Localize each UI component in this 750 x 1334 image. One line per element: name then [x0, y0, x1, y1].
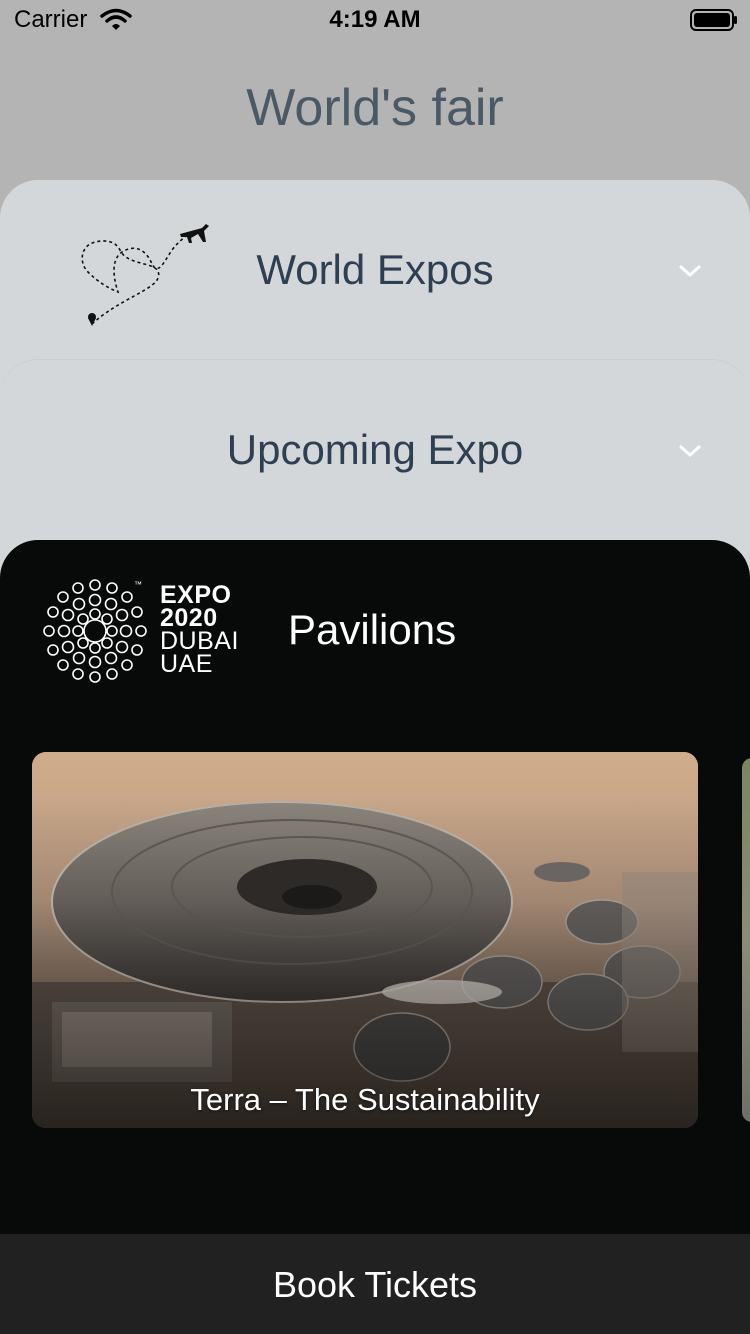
- terra-pavilion-image: [32, 752, 698, 1128]
- book-tickets-label: Book Tickets: [272, 1264, 478, 1305]
- clock: 4:19 AM: [329, 6, 421, 33]
- pavilion-caption: Terra – The Sustainability: [190, 1082, 540, 1117]
- pavilions-card[interactable]: ™ EXPO 2020 DUBAI UAE Pavilions Terra – …: [0, 540, 750, 1334]
- world-expos-title: World Expos: [256, 246, 494, 293]
- pavilions-title: Pavilions: [288, 606, 457, 653]
- status-bar: Carrier 4:19 AM: [0, 0, 750, 40]
- expo-ring-icon: [43, 579, 147, 683]
- chevron-down-icon[interactable]: [678, 444, 702, 458]
- expo-logo-text: EXPO 2020 DUBAI UAE: [160, 583, 239, 678]
- expo-2020-logo: ™ EXPO 2020 DUBAI UAE: [40, 576, 242, 686]
- book-tickets-button[interactable]: Book Tickets: [0, 1234, 750, 1334]
- next-pavilion-card[interactable]: [742, 758, 750, 1122]
- battery-icon: [690, 9, 737, 31]
- pavilion-card-terra[interactable]: Terra – The Sustainability: [32, 752, 698, 1128]
- trademark-symbol: ™: [134, 580, 142, 589]
- page-title: World's fair: [246, 79, 504, 137]
- chevron-down-icon[interactable]: [678, 264, 702, 278]
- upcoming-expo-title: Upcoming Expo: [226, 426, 524, 473]
- logo-line-country: UAE: [160, 650, 213, 678]
